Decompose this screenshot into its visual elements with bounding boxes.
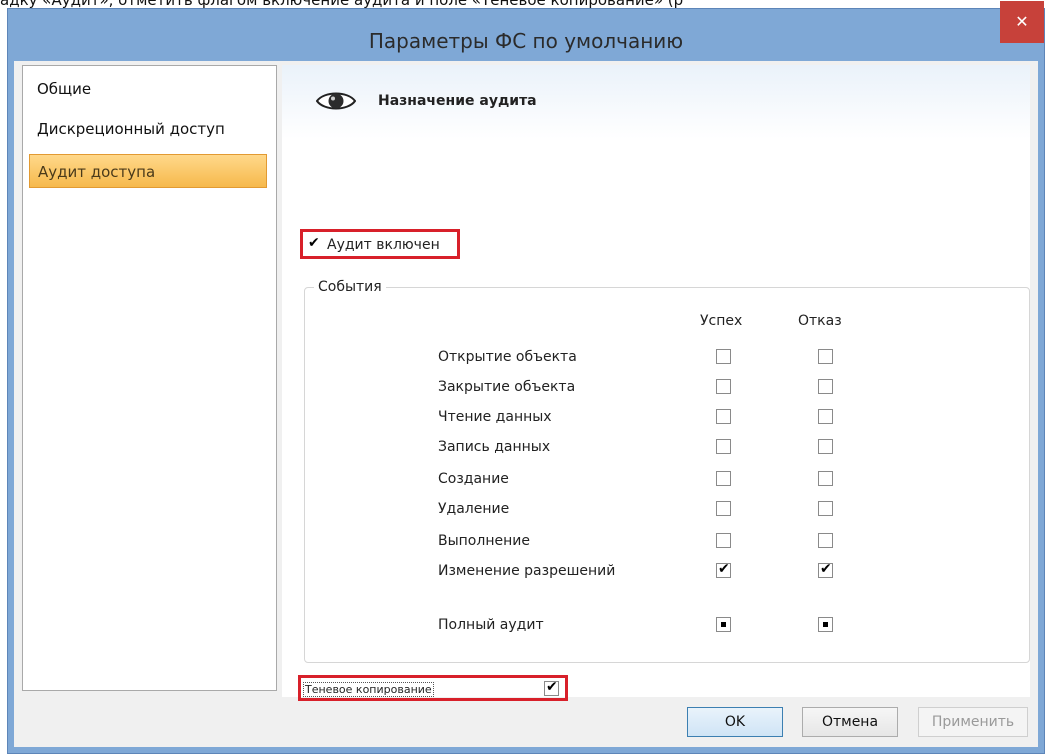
- shadow-copy-label: Теневое копирование: [303, 682, 434, 697]
- title-bar: Параметры ФС по умолчанию ✕: [8, 1, 1044, 61]
- background-text: адку «Аудит», отметить флагом включение …: [0, 0, 683, 8]
- column-failure: Отказ: [798, 313, 842, 329]
- dialog-window: Параметры ФС по умолчанию ✕ Общие Дискре…: [7, 1, 1045, 754]
- event-label-delete: Удаление: [438, 501, 510, 517]
- column-success: Успех: [700, 313, 743, 329]
- events-legend: События: [314, 279, 386, 295]
- event-create-failure-checkbox[interactable]: [818, 471, 833, 486]
- cancel-button[interactable]: Отмена: [802, 707, 898, 737]
- event-execute-success-checkbox[interactable]: [716, 533, 731, 548]
- events-group: [304, 287, 1030, 663]
- shadow-copy-checkbox[interactable]: Теневое копирование: [298, 675, 568, 701]
- event-execute-failure-checkbox[interactable]: [818, 533, 833, 548]
- event-close-failure-checkbox[interactable]: [818, 379, 833, 394]
- event-label-permissions: Изменение разрешений: [438, 563, 616, 579]
- event-label-open: Открытие объекта: [438, 349, 577, 365]
- eye-icon: [316, 92, 356, 110]
- event-open-success-checkbox[interactable]: [716, 349, 731, 364]
- event-label-write: Запись данных: [438, 439, 551, 455]
- sidebar-item-label: Общие: [37, 80, 92, 98]
- event-permissions-failure-checkbox[interactable]: [818, 561, 833, 578]
- sidebar-item-general[interactable]: Общие: [29, 72, 267, 106]
- event-label-read: Чтение данных: [438, 409, 552, 425]
- event-permissions-success-checkbox[interactable]: [716, 561, 731, 578]
- sidebar-item-discretionary-access[interactable]: Дискреционный доступ: [29, 112, 267, 146]
- sidebar-nav: Общие Дискреционный доступ Аудит доступа: [22, 65, 277, 691]
- ok-button[interactable]: OK: [687, 707, 783, 737]
- content-panel: Назначение аудита Аудит включен События …: [282, 65, 1030, 701]
- audit-enabled-checkbox[interactable]: Аудит включен: [300, 229, 460, 259]
- event-write-failure-checkbox[interactable]: [818, 439, 833, 454]
- shadow-copy-check[interactable]: [544, 679, 559, 696]
- full-audit-success-checkbox[interactable]: [716, 617, 731, 632]
- event-delete-success-checkbox[interactable]: [716, 501, 731, 516]
- dialog-client: Общие Дискреционный доступ Аудит доступа…: [14, 61, 1038, 747]
- sidebar-item-access-audit[interactable]: Аудит доступа: [29, 154, 267, 188]
- event-label-full-audit: Полный аудит: [438, 617, 544, 633]
- event-create-success-checkbox[interactable]: [716, 471, 731, 486]
- full-audit-failure-checkbox[interactable]: [818, 617, 833, 632]
- audit-enabled-check[interactable]: [307, 235, 322, 253]
- event-read-success-checkbox[interactable]: [716, 409, 731, 424]
- section-title: Назначение аудита: [378, 93, 537, 109]
- event-open-failure-checkbox[interactable]: [818, 349, 833, 364]
- background-instruction-text: адку «Аудит», отметить флагом включение …: [0, 0, 1052, 8]
- event-read-failure-checkbox[interactable]: [818, 409, 833, 424]
- sidebar-item-label: Аудит доступа: [38, 163, 156, 181]
- close-button[interactable]: ✕: [1000, 1, 1044, 43]
- event-label-execute: Выполнение: [438, 533, 530, 549]
- event-write-success-checkbox[interactable]: [716, 439, 731, 454]
- event-label-close: Закрытие объекта: [438, 379, 576, 395]
- audit-enabled-label: Аудит включен: [327, 237, 440, 253]
- event-delete-failure-checkbox[interactable]: [818, 501, 833, 516]
- event-label-create: Создание: [438, 471, 509, 487]
- close-icon: ✕: [1015, 12, 1029, 31]
- apply-button[interactable]: Применить: [918, 707, 1028, 737]
- event-close-success-checkbox[interactable]: [716, 379, 731, 394]
- sidebar-item-label: Дискреционный доступ: [37, 120, 225, 138]
